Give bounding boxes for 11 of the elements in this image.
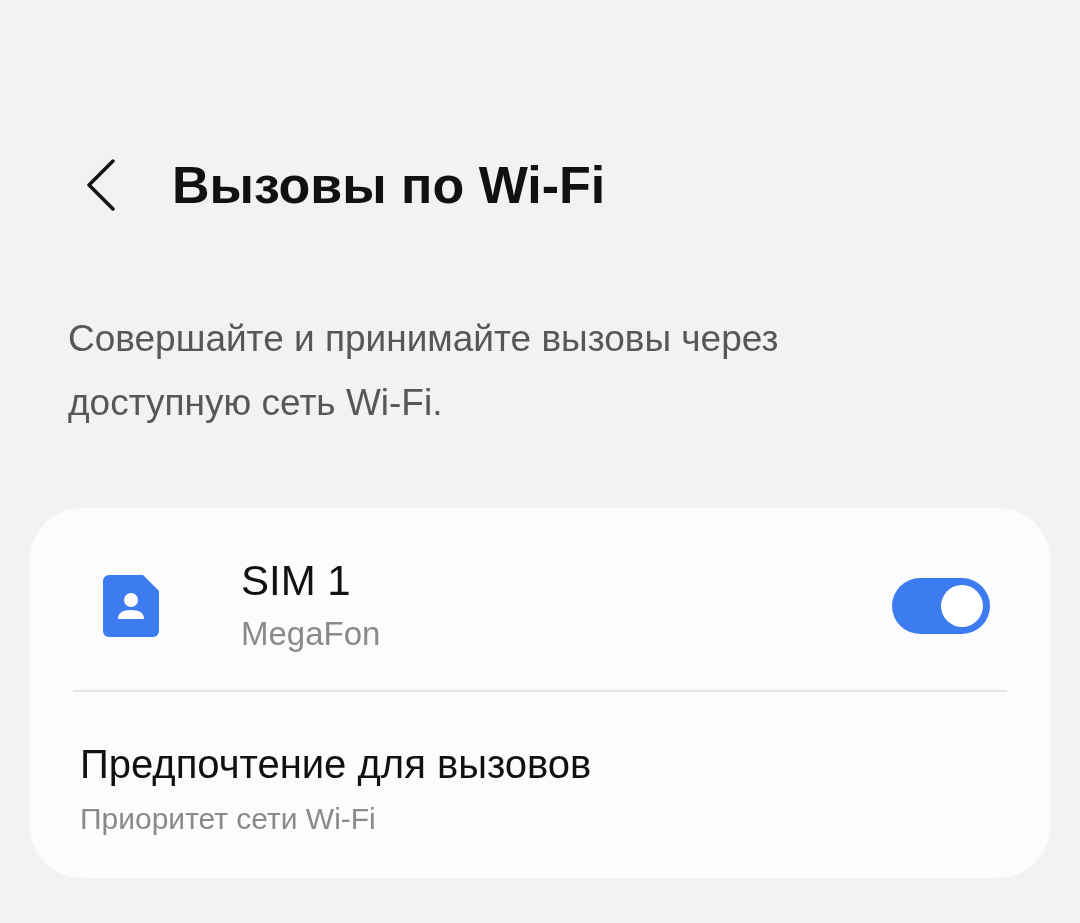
carrier-name: MegaFon [241,614,382,654]
page-title: Вызовы по Wi-Fi [172,155,606,215]
description-text: Совершайте и принимайте вызовы через доступную сеть Wi-Fi. [68,317,780,425]
setting-row[interactable]: Предпочтение для вызовов Приоритет сети Wi-Fi [73,692,1007,854]
sim-setting-row[interactable]: SIM 1 MegaFon [73,536,1007,676]
back-icon[interactable] [85,159,117,211]
sim-name: SIM 1 [241,556,352,606]
setting-value: Приоритет сети Wi-Fi [80,801,377,837]
setting-title: Предпочтение для вызовов [80,741,593,788]
toggle-switch[interactable] [892,578,990,634]
sim-card-icon [103,575,159,637]
